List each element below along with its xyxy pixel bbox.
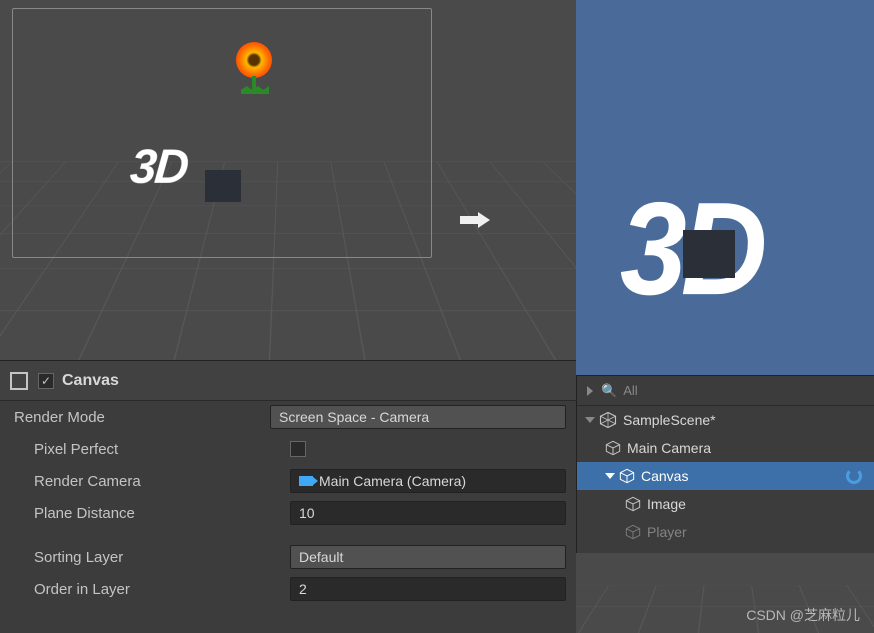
order-in-layer-label: Order in Layer bbox=[34, 581, 290, 598]
watermark: CSDN @芝麻粒儿 bbox=[746, 605, 860, 625]
hierarchy-item-label: Image bbox=[647, 496, 686, 512]
hierarchy-item-main-camera[interactable]: Main Camera bbox=[577, 434, 874, 462]
hierarchy-search[interactable]: 🔍 All bbox=[577, 376, 874, 406]
hierarchy-item-canvas[interactable]: Canvas bbox=[577, 462, 874, 490]
scene-view[interactable]: 3D bbox=[0, 0, 576, 360]
pixel-perfect-label: Pixel Perfect bbox=[34, 441, 290, 458]
gameobject-icon bbox=[625, 496, 641, 512]
order-in-layer-input[interactable]: 2 bbox=[290, 577, 566, 601]
gameobject-icon bbox=[605, 440, 621, 456]
gameobject-icon bbox=[619, 468, 635, 484]
component-enabled-checkbox[interactable] bbox=[38, 373, 54, 389]
game-object-cube bbox=[683, 230, 735, 278]
camera-icon bbox=[299, 476, 313, 486]
pixel-perfect-row: Pixel Perfect bbox=[0, 433, 576, 465]
hierarchy-item-player[interactable]: Player bbox=[577, 518, 874, 546]
loading-icon bbox=[846, 468, 862, 484]
plane-distance-label: Plane Distance bbox=[34, 505, 290, 522]
hierarchy-item-image[interactable]: Image bbox=[577, 490, 874, 518]
hierarchy-item-label: SampleScene* bbox=[623, 412, 716, 428]
dropdown-icon bbox=[587, 386, 593, 396]
scene-object-flower[interactable] bbox=[236, 42, 276, 102]
render-mode-row: Render Mode Screen Space - Camera bbox=[0, 401, 576, 433]
pixel-perfect-checkbox[interactable] bbox=[290, 441, 306, 457]
scene-object-cube[interactable] bbox=[205, 170, 241, 202]
render-camera-value: Main Camera (Camera) bbox=[319, 473, 466, 489]
sorting-layer-label: Sorting Layer bbox=[34, 549, 290, 566]
unity-logo-icon bbox=[599, 411, 617, 429]
expand-icon[interactable] bbox=[585, 417, 595, 423]
hierarchy-item-label: Player bbox=[647, 524, 687, 540]
plane-distance-input[interactable]: 10 bbox=[290, 501, 566, 525]
component-title: Canvas bbox=[62, 372, 119, 390]
search-placeholder: All bbox=[623, 383, 637, 398]
canvas-component-icon bbox=[10, 372, 28, 390]
hierarchy-item-label: Main Camera bbox=[627, 440, 711, 456]
sorting-layer-dropdown[interactable]: Default bbox=[290, 545, 566, 569]
order-in-layer-row: Order in Layer 2 bbox=[0, 573, 576, 605]
render-camera-label: Render Camera bbox=[34, 473, 290, 490]
hierarchy-item-scene[interactable]: SampleScene* bbox=[577, 406, 874, 434]
component-header[interactable]: Canvas bbox=[0, 361, 576, 401]
render-mode-label: Render Mode bbox=[14, 409, 270, 426]
plane-distance-row: Plane Distance 10 bbox=[0, 497, 576, 529]
render-camera-row: Render Camera Main Camera (Camera) bbox=[0, 465, 576, 497]
render-mode-dropdown[interactable]: Screen Space - Camera bbox=[270, 405, 566, 429]
game-view: 3D bbox=[576, 0, 874, 375]
inspector-panel: Canvas Render Mode Screen Space - Camera… bbox=[0, 360, 576, 633]
sorting-layer-row: Sorting Layer Default bbox=[0, 541, 576, 573]
gameobject-icon bbox=[625, 524, 641, 540]
search-icon: 🔍 bbox=[601, 383, 617, 399]
hierarchy-item-label: Canvas bbox=[641, 468, 688, 484]
expand-icon[interactable] bbox=[605, 473, 615, 479]
camera-frustum-rect bbox=[12, 8, 432, 258]
scene-3d-label: 3D bbox=[128, 140, 189, 195]
render-camera-field[interactable]: Main Camera (Camera) bbox=[290, 469, 566, 493]
